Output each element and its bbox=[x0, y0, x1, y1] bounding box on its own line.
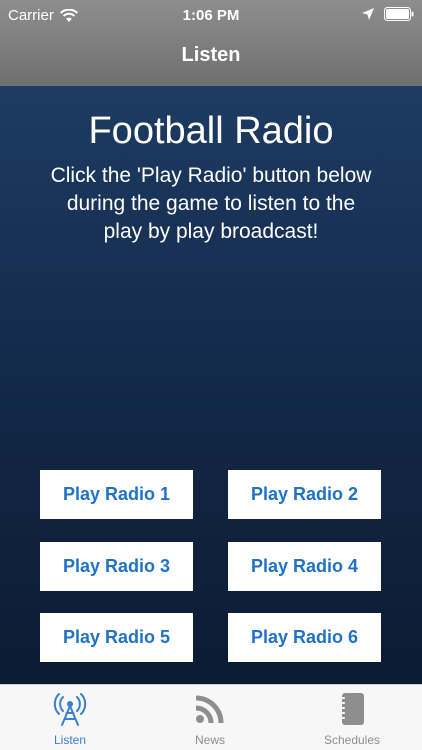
nav-title: Listen bbox=[181, 44, 241, 66]
location-arrow-icon bbox=[362, 8, 374, 20]
main-content: Football Radio Click the 'Play Radio' bu… bbox=[0, 86, 422, 684]
play-radio-1-button[interactable]: Play Radio 1 bbox=[40, 470, 193, 519]
status-bar: Carrier 1:06 PM bbox=[0, 0, 422, 32]
tab-schedules-label: Schedules bbox=[323, 733, 381, 747]
battery-icon bbox=[384, 7, 414, 21]
tab-listen[interactable]: Listen bbox=[0, 685, 140, 750]
rss-icon bbox=[195, 695, 224, 724]
tab-news-label: News bbox=[194, 733, 225, 747]
status-time: 1:06 PM bbox=[182, 7, 240, 24]
header: Carrier 1:06 PM Listen bbox=[0, 0, 422, 86]
page-description: Click the 'Play Radio' button below duri… bbox=[50, 164, 372, 243]
tab-schedules[interactable]: Schedules bbox=[282, 685, 422, 750]
tab-bar: Listen News Schedules bbox=[0, 684, 422, 750]
radio-tower-icon bbox=[53, 693, 87, 726]
play-radio-3-button[interactable]: Play Radio 3 bbox=[40, 542, 193, 591]
tab-news[interactable]: News bbox=[140, 685, 280, 750]
play-radio-4-button[interactable]: Play Radio 4 bbox=[228, 542, 381, 591]
status-right-group bbox=[362, 7, 414, 21]
tab-listen-label: Listen bbox=[53, 733, 87, 747]
play-radio-6-button[interactable]: Play Radio 6 bbox=[228, 613, 381, 662]
play-radio-2-button[interactable]: Play Radio 2 bbox=[228, 470, 381, 519]
play-radio-5-button[interactable]: Play Radio 5 bbox=[40, 613, 193, 662]
notebook-icon bbox=[339, 693, 364, 725]
page-title: Football Radio bbox=[88, 110, 334, 152]
